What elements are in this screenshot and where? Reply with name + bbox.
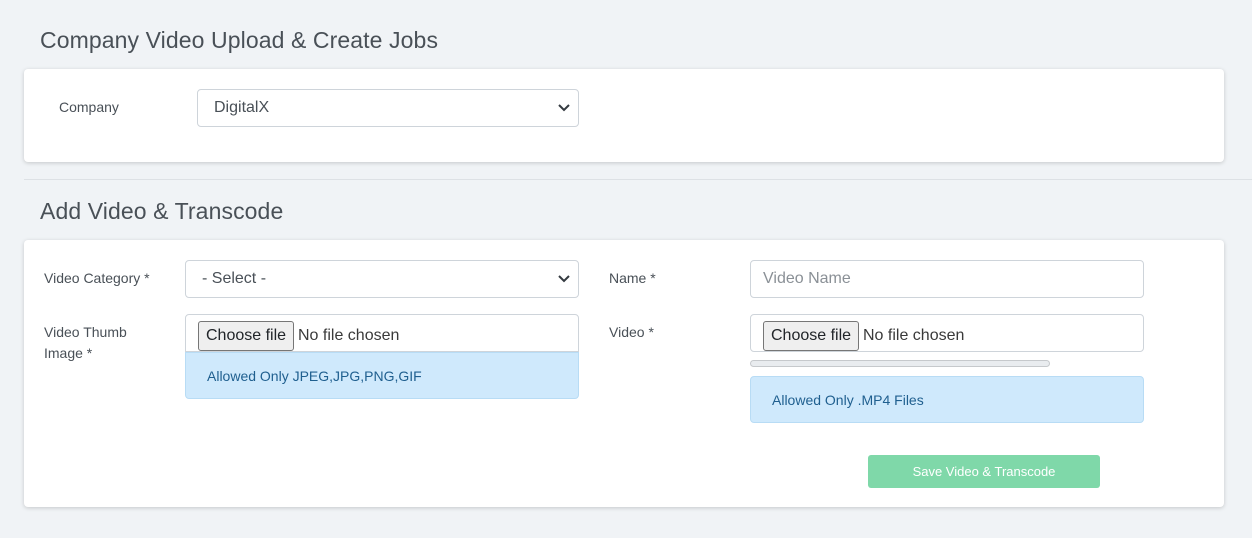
company-select[interactable]: DigitalX <box>197 89 579 127</box>
video-name-input[interactable]: Video Name <box>750 260 1144 298</box>
video-name-label: Name * <box>609 270 656 286</box>
company-label: Company <box>59 99 119 115</box>
save-video-transcode-button[interactable]: Save Video & Transcode <box>868 455 1100 488</box>
video-file-input[interactable]: Choose file No file chosen <box>750 314 1144 352</box>
thumb-choose-file-button[interactable]: Choose file <box>198 321 295 351</box>
video-choose-file-button[interactable]: Choose file <box>763 321 860 351</box>
thumb-allowed-hint: Allowed Only JPEG,JPG,PNG,GIF <box>185 352 579 399</box>
section-divider <box>24 179 1252 180</box>
video-category-select-value: - Select - <box>202 270 267 287</box>
video-file-status: No file chosen <box>863 327 965 344</box>
video-thumb-file-input[interactable]: Choose file No file chosen <box>185 314 579 352</box>
company-select-value: DigitalX <box>214 99 270 116</box>
video-name-placeholder: Video Name <box>763 270 851 287</box>
thumb-file-status: No file chosen <box>298 327 400 344</box>
page-title-company-upload: Company Video Upload & Create Jobs <box>40 27 439 53</box>
video-category-label: Video Category * <box>44 270 150 286</box>
video-category-select[interactable]: - Select - <box>185 260 579 298</box>
page-title-add-video: Add Video & Transcode <box>40 198 284 224</box>
video-thumb-label-line1: Video Thumb <box>44 324 127 340</box>
video-file-label: Video * <box>609 324 654 340</box>
chevron-down-icon <box>558 275 570 283</box>
video-thumb-label-line2: Image * <box>44 345 93 361</box>
video-upload-progress <box>750 360 1050 367</box>
video-allowed-hint: Allowed Only .MP4 Files <box>750 376 1144 423</box>
chevron-down-icon <box>558 104 570 112</box>
